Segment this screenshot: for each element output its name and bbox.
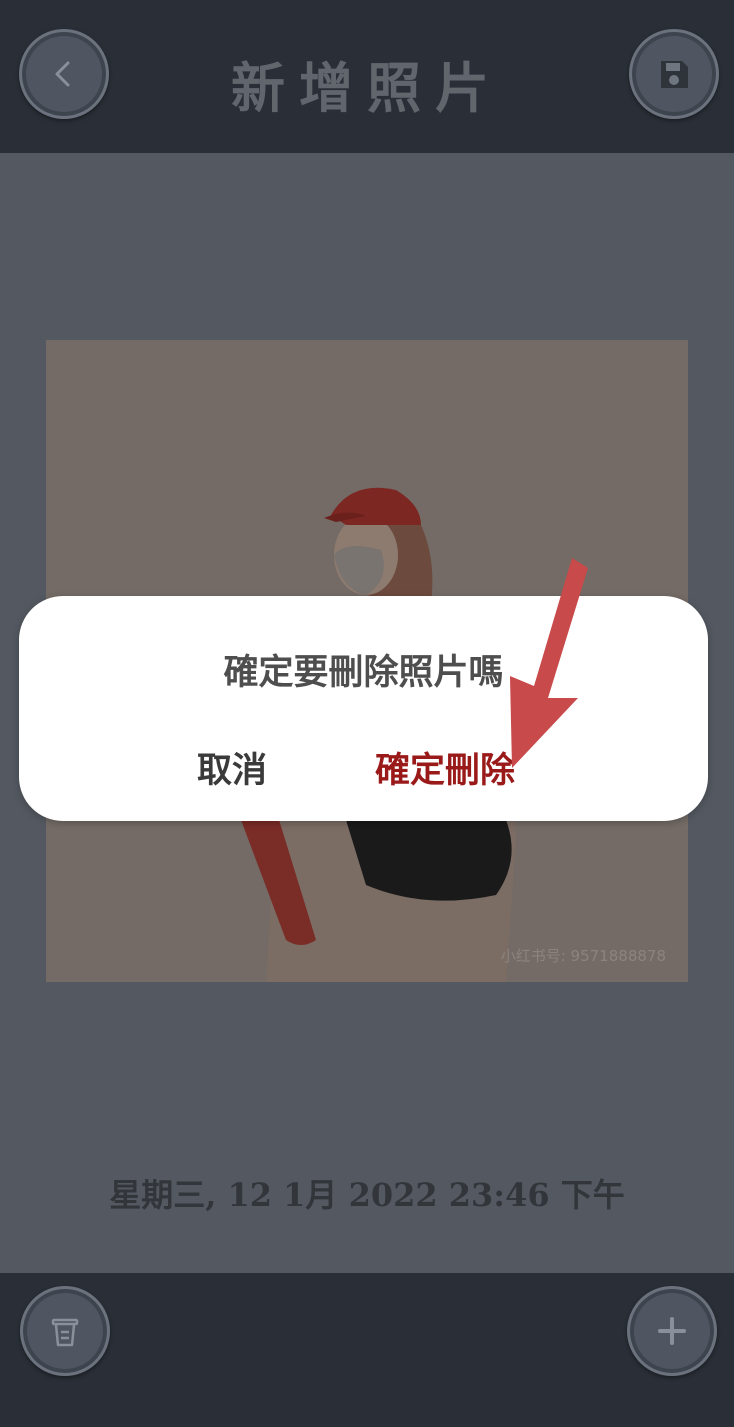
add-button[interactable] [627,1286,717,1376]
delete-button[interactable] [20,1286,110,1376]
annotation-arrow-icon [510,558,588,768]
delete-confirm-dialog: 確定要刪除照片嗎 取消 確定刪除 [19,596,708,821]
bottom-bar [0,1273,734,1427]
dialog-message: 確定要刪除照片嗎 [223,652,504,693]
plus-icon [658,1317,686,1345]
floppy-disk-icon [661,61,688,88]
photo-watermark: 小红书号: 9571888878 [500,947,666,965]
top-bar: 新增照片 [0,0,734,153]
trash-icon [51,1318,79,1347]
page-title: 新增照片 [231,56,503,120]
save-button[interactable] [629,29,719,119]
cancel-button[interactable]: 取消 [197,742,267,793]
photo-date: 星期三, 12 1月 2022 23:46 下午 [109,1176,625,1214]
